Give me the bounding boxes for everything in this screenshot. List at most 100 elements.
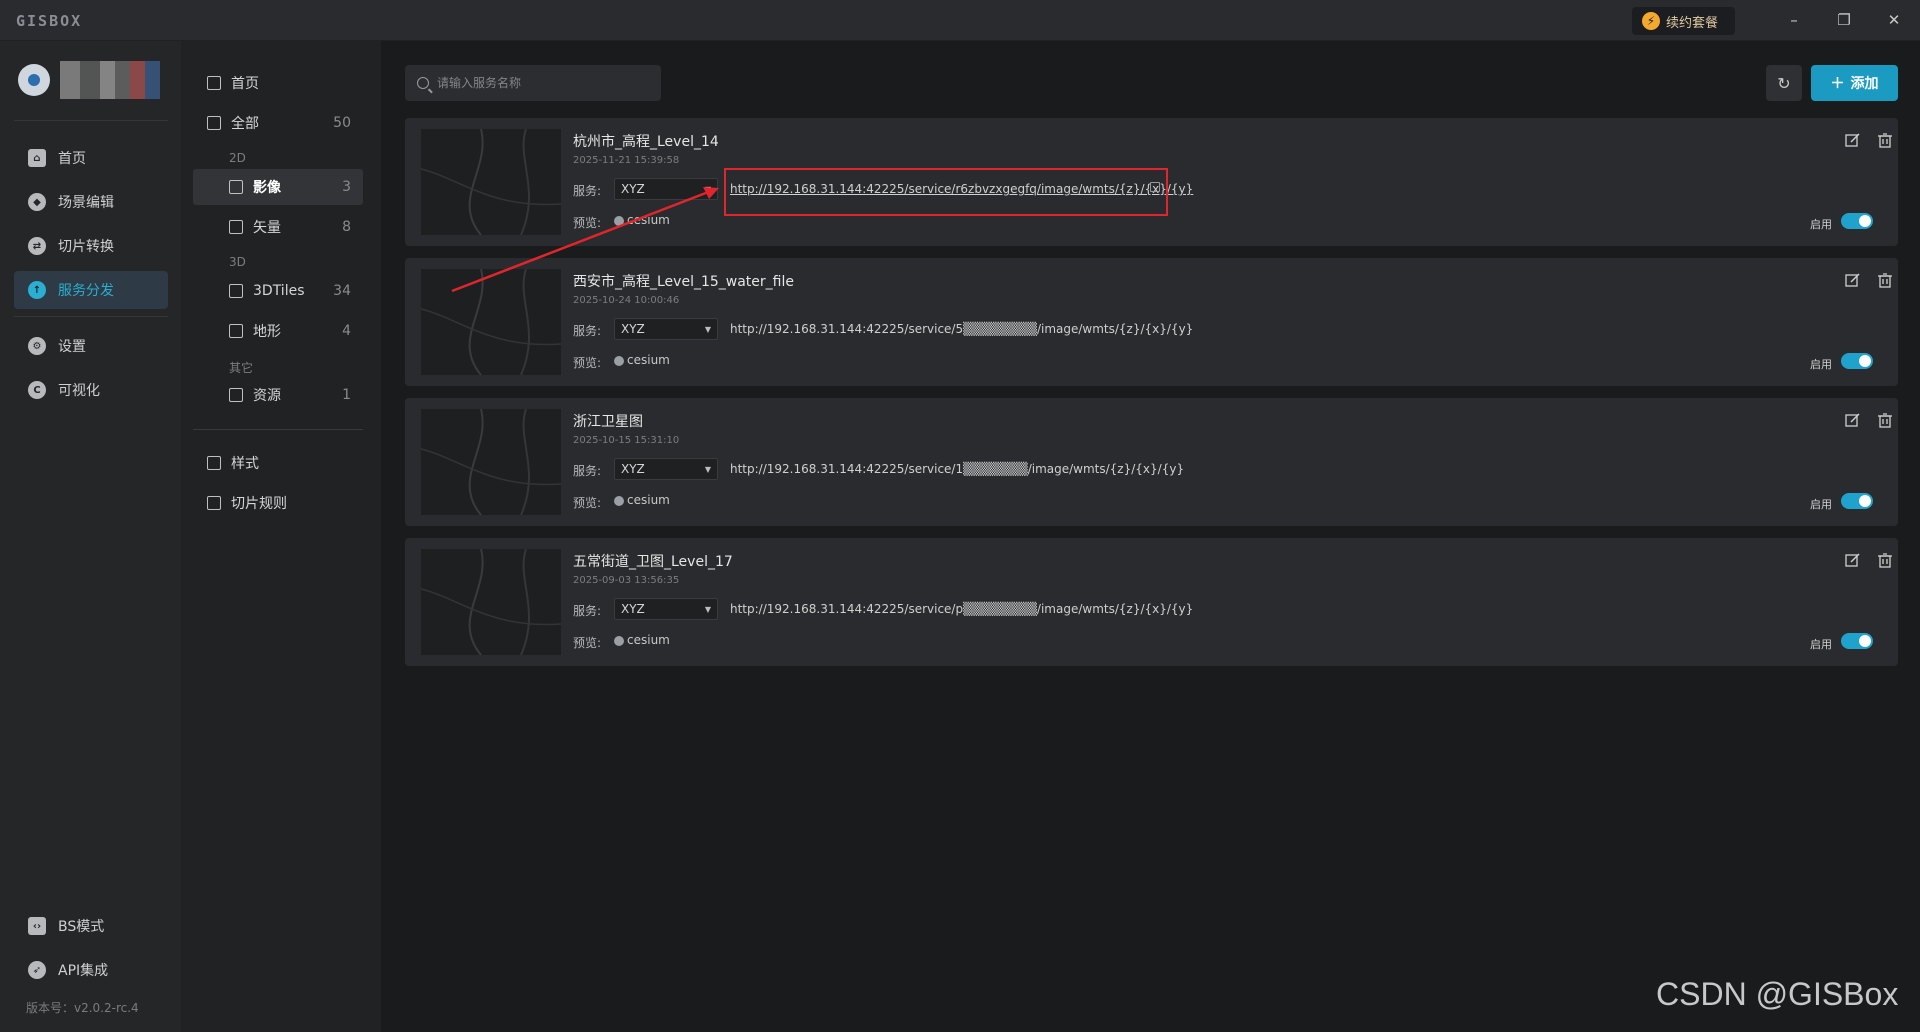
cat-item-label: 样式 (231, 456, 259, 472)
nav-item-bs-mode[interactable]: ‹› BS模式 (14, 907, 168, 945)
cat-item-vector[interactable]: 矢量 8 (193, 209, 363, 245)
code-icon: ‹› (28, 917, 46, 935)
cat-count: 50 (333, 115, 351, 131)
nav-item-label: BS模式 (58, 919, 105, 935)
minimize-icon[interactable]: – (1774, 8, 1814, 32)
enable-label: 启用 (1810, 638, 1832, 651)
satellite-icon (229, 180, 243, 194)
cat-item-terrain[interactable]: 地形 4 (193, 313, 363, 349)
service-title: 西安市_高程_Level_15_water_file (573, 274, 794, 290)
home-icon: ⌂ (28, 149, 46, 167)
refresh-icon: ↻ (1777, 73, 1791, 93)
service-label: 服务: (573, 464, 602, 478)
service-thumbnail (421, 129, 561, 235)
cesium-icon (614, 496, 624, 506)
user-name-redacted (60, 61, 160, 99)
nav-item-scene-edit[interactable]: ◆ 场景编辑 (14, 183, 168, 221)
enable-toggle[interactable] (1841, 633, 1873, 649)
mountain-icon (229, 324, 243, 338)
nav-item-label: 可视化 (58, 383, 100, 399)
nav-item-label: 切片转换 (58, 239, 114, 255)
nav-item-settings[interactable]: ⚙ 设置 (14, 327, 168, 365)
preview-link[interactable]: cesium (627, 633, 670, 647)
cesium-icon (614, 636, 624, 646)
cesium-icon (614, 356, 624, 366)
service-card[interactable]: 西安市_高程_Level_15_water_file 2025-10-24 10… (405, 258, 1898, 386)
service-url[interactable]: http://192.168.31.144:42225/service/1▒▒▒… (730, 462, 1184, 476)
trash-icon[interactable] (1877, 412, 1893, 428)
style-icon (207, 456, 221, 470)
rocket-icon: ➶ (28, 961, 46, 979)
cat-item-label: 首页 (231, 76, 259, 92)
preview-label: 预览: (573, 496, 602, 510)
visual-icon: C (28, 381, 46, 399)
search-box[interactable] (405, 65, 661, 101)
plus-icon: ＋ (1830, 76, 1845, 92)
nav-item-api[interactable]: ➶ API集成 (14, 951, 168, 989)
service-type-value: XYZ (621, 602, 645, 616)
convert-icon: ⇄ (28, 237, 46, 255)
service-type-select[interactable]: XYZ ▼ (614, 178, 718, 200)
cat-item-imagery[interactable]: 影像 3 (193, 169, 363, 205)
cat-item-all[interactable]: 全部 50 (193, 105, 363, 141)
cat-item-resource[interactable]: 资源 1 (193, 377, 363, 413)
service-label: 服务: (573, 184, 602, 198)
edit-icon[interactable] (1845, 132, 1861, 148)
cat-item-tile-rule[interactable]: 切片规则 (193, 485, 363, 521)
nav-item-visualization[interactable]: C 可视化 (14, 371, 168, 409)
rule-icon (207, 496, 221, 510)
cat-item-home[interactable]: 首页 (193, 65, 363, 101)
preview-label: 预览: (573, 636, 602, 650)
service-url[interactable]: http://192.168.31.144:42225/service/p▒▒▒… (730, 602, 1193, 616)
user-profile[interactable] (18, 61, 160, 99)
restore-icon[interactable]: ❐ (1824, 8, 1864, 32)
url-highlight-box (724, 168, 1168, 216)
add-button[interactable]: ＋ 添加 (1811, 65, 1898, 101)
cat-count: 3 (342, 179, 351, 195)
nav-item-label: 场景编辑 (58, 195, 114, 211)
chevron-down-icon: ▼ (704, 464, 711, 474)
cat-item-label: 资源 (253, 388, 281, 404)
enable-toggle[interactable] (1841, 213, 1873, 229)
service-thumbnail (421, 549, 561, 655)
service-type-select[interactable]: XYZ ▼ (614, 318, 718, 340)
cat-group-3d: 3D (229, 255, 246, 269)
service-type-value: XYZ (621, 182, 645, 196)
service-card[interactable]: 五常街道_卫图_Level_17 2025-09-03 13:56:35 服务:… (405, 538, 1898, 666)
nav-item-tile-convert[interactable]: ⇄ 切片转换 (14, 227, 168, 265)
cat-item-style[interactable]: 样式 (193, 445, 363, 481)
app-logo: GISBOX (16, 12, 83, 30)
nav-divider (14, 316, 168, 317)
service-url[interactable]: http://192.168.31.144:42225/service/5▒▒▒… (730, 322, 1193, 336)
trash-icon[interactable] (1877, 132, 1893, 148)
edit-icon[interactable] (1845, 552, 1861, 568)
enable-toggle[interactable] (1841, 353, 1873, 369)
chevron-down-icon: ▼ (704, 184, 711, 194)
preview-link[interactable]: cesium (627, 493, 670, 507)
cat-group-2d: 2D (229, 151, 246, 165)
nav-item-service-publish[interactable]: ↑ 服务分发 (14, 271, 168, 309)
trash-icon[interactable] (1877, 552, 1893, 568)
service-card[interactable]: 浙江卫星图 2025-10-15 15:31:10 服务: XYZ ▼ http… (405, 398, 1898, 526)
service-title: 浙江卫星图 (573, 414, 643, 430)
nav-item-home[interactable]: ⌂ 首页 (14, 139, 168, 177)
close-icon[interactable]: ✕ (1874, 8, 1914, 32)
nav-item-label: 服务分发 (58, 283, 114, 299)
preview-link[interactable]: cesium (627, 353, 670, 367)
cat-count: 8 (342, 219, 351, 235)
cat-item-3dtiles[interactable]: 3DTiles 34 (193, 273, 363, 309)
edit-icon[interactable] (1845, 272, 1861, 288)
enable-toggle[interactable] (1841, 493, 1873, 509)
refresh-button[interactable]: ↻ (1766, 65, 1802, 101)
cat-item-label: 全部 (231, 116, 259, 132)
service-type-select[interactable]: XYZ ▼ (614, 598, 718, 620)
renew-plan-button[interactable]: ⚡ 续约套餐 (1632, 7, 1735, 35)
trash-icon[interactable] (1877, 272, 1893, 288)
cat-item-label: 地形 (253, 324, 281, 340)
search-input[interactable] (437, 76, 637, 90)
renew-plan-label: 续约套餐 (1666, 15, 1719, 31)
service-type-select[interactable]: XYZ ▼ (614, 458, 718, 480)
edit-icon[interactable] (1845, 412, 1861, 428)
cat-count: 4 (342, 323, 351, 339)
preview-link[interactable]: cesium (627, 213, 670, 227)
